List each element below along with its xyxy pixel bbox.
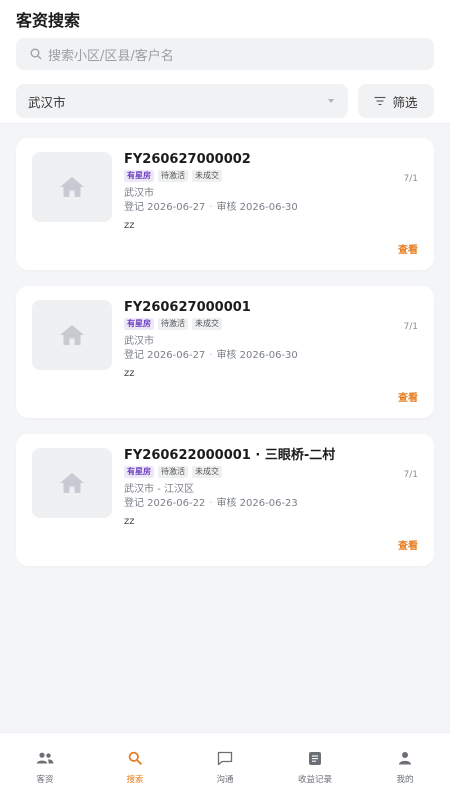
tag-list: 有星房 待激活 未成交 — [124, 170, 418, 184]
filter-row: 武汉市 筛选 — [16, 84, 434, 118]
tab-label: 收益记录 — [297, 775, 332, 785]
card-title: FY260627000002 — [124, 152, 251, 167]
search-icon — [30, 48, 42, 60]
separator-dot: · — [209, 350, 213, 361]
card-note: zz — [124, 516, 135, 527]
filter-button[interactable]: 筛选 — [358, 84, 434, 118]
property-thumbnail — [32, 448, 112, 518]
view-button[interactable]: 查看 — [398, 537, 418, 552]
search-placeholder: 搜索小区/区县/客户名 — [48, 48, 174, 64]
home-icon — [60, 473, 84, 493]
tab-profile[interactable]: 我的 — [360, 733, 450, 800]
search-input[interactable]: 搜索小区/区县/客户名 — [16, 38, 434, 70]
card-ratio: 7/1 — [403, 174, 418, 184]
tab-search[interactable]: 搜索 — [90, 733, 180, 800]
home-icon — [60, 177, 84, 197]
filter-icon — [374, 96, 386, 106]
filter-label: 筛选 — [392, 94, 418, 110]
chevron-down-icon — [328, 99, 334, 103]
view-button[interactable]: 查看 — [398, 241, 418, 256]
card-info: FY260627000001 有星房 待激活 未成交 武汉市 登记 2026-0… — [124, 300, 418, 380]
customer-list: FY260627000002 有星房 待激活 未成交 武汉市 登记 2026-0… — [0, 124, 450, 566]
register-date: 登记 2026-06-27 — [124, 350, 206, 361]
document-icon — [309, 751, 321, 765]
property-thumbnail — [32, 152, 112, 222]
status-badge: 待激活 — [158, 170, 188, 182]
card-note: zz — [124, 368, 135, 379]
card-ratio: 7/1 — [403, 470, 418, 480]
audit-date: 审核 2026-06-30 — [216, 202, 298, 213]
city-select[interactable]: 武汉市 — [16, 84, 348, 118]
card-info: FY260622000001 · 三眼桥-二村 有星房 待激活 未成交 武汉市 … — [124, 448, 418, 528]
status-badge: 有星房 — [124, 170, 154, 182]
customer-card[interactable]: FY260627000002 有星房 待激活 未成交 武汉市 登记 2026-0… — [16, 138, 434, 270]
status-badge: 待激活 — [158, 318, 188, 330]
card-dates: 登记 2026-06-22 · 审核 2026-06-23 — [124, 497, 418, 510]
status-badge: 未成交 — [192, 318, 222, 330]
header: 客资搜索 搜索小区/区县/客户名 武汉市 筛选 — [0, 0, 450, 124]
home-icon — [60, 325, 84, 345]
card-title: FY260622000001 · 三眼桥-二村 — [124, 448, 336, 463]
audit-date: 审核 2026-06-23 — [216, 498, 298, 509]
separator-dot: · — [209, 498, 213, 509]
separator-dot: · — [209, 202, 213, 213]
tag-list: 有星房 待激活 未成交 — [124, 318, 418, 332]
card-title: FY260627000001 — [124, 300, 251, 315]
status-badge: 未成交 — [192, 466, 222, 478]
status-badge: 待激活 — [158, 466, 188, 478]
card-address: 武汉市 — [124, 188, 154, 199]
page-title: 客资搜索 — [16, 11, 81, 30]
tab-label: 我的 — [396, 775, 414, 785]
city-select-value: 武汉市 — [28, 94, 66, 110]
person-icon — [399, 752, 411, 765]
card-note: zz — [124, 220, 135, 231]
tag-list: 有星房 待激活 未成交 — [124, 466, 418, 480]
users-icon — [36, 752, 54, 764]
property-thumbnail — [32, 300, 112, 370]
card-address: 武汉市 — [124, 336, 154, 347]
bottom-tab-bar: 客资 搜索 沟通 收益记录 我的 — [0, 732, 450, 800]
tab-label: 搜索 — [126, 775, 144, 785]
status-badge: 有星房 — [124, 318, 154, 330]
customer-card[interactable]: FY260622000001 · 三眼桥-二村 有星房 待激活 未成交 武汉市 … — [16, 434, 434, 566]
card-dates: 登记 2026-06-27 · 审核 2026-06-30 — [124, 201, 418, 214]
search-icon — [128, 751, 142, 765]
card-dates: 登记 2026-06-27 · 审核 2026-06-30 — [124, 349, 418, 362]
status-badge: 有星房 — [124, 466, 154, 478]
tab-earnings[interactable]: 收益记录 — [270, 733, 360, 800]
tab-customers[interactable]: 客资 — [0, 733, 90, 800]
register-date: 登记 2026-06-22 — [124, 498, 206, 509]
card-address: 武汉市 - 江汉区 — [124, 484, 194, 495]
tab-label: 客资 — [36, 775, 54, 785]
tab-chat[interactable]: 沟通 — [180, 733, 270, 800]
view-button[interactable]: 查看 — [398, 389, 418, 404]
chat-icon — [217, 751, 233, 765]
status-badge: 未成交 — [192, 170, 222, 182]
register-date: 登记 2026-06-27 — [124, 202, 206, 213]
customer-card[interactable]: FY260627000001 有星房 待激活 未成交 武汉市 登记 2026-0… — [16, 286, 434, 418]
card-info: FY260627000002 有星房 待激活 未成交 武汉市 登记 2026-0… — [124, 152, 418, 232]
card-ratio: 7/1 — [403, 322, 418, 332]
audit-date: 审核 2026-06-30 — [216, 350, 298, 361]
tab-label: 沟通 — [216, 775, 234, 785]
